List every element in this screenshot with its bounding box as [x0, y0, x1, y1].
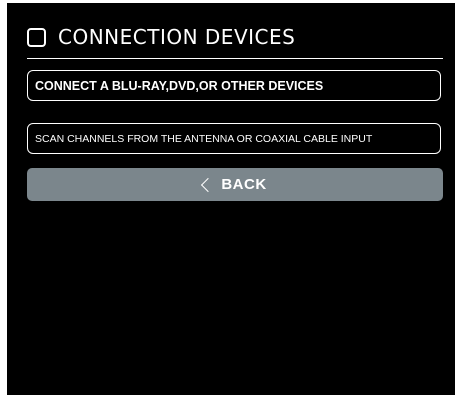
back-button-label: BACK	[221, 176, 267, 193]
checkbox-square-icon	[27, 27, 46, 47]
option-connect-devices[interactable]: CONNECT A BLU-RAY,DVD,OR OTHER DEVICES	[27, 70, 441, 101]
menu-title: CONNECTION DEVICES	[58, 25, 296, 49]
option-scan-channels[interactable]: SCAN CHANNELS FROM THE ANTENNA OR COAXIA…	[27, 123, 441, 154]
chevron-left-icon	[201, 177, 216, 193]
menu-header: CONNECTION DEVICES	[27, 23, 295, 51]
tv-menu-screen: CONNECTION DEVICES CONNECT A BLU-RAY,DVD…	[7, 3, 455, 395]
header-divider	[27, 58, 443, 59]
back-button[interactable]: BACK	[27, 168, 443, 201]
